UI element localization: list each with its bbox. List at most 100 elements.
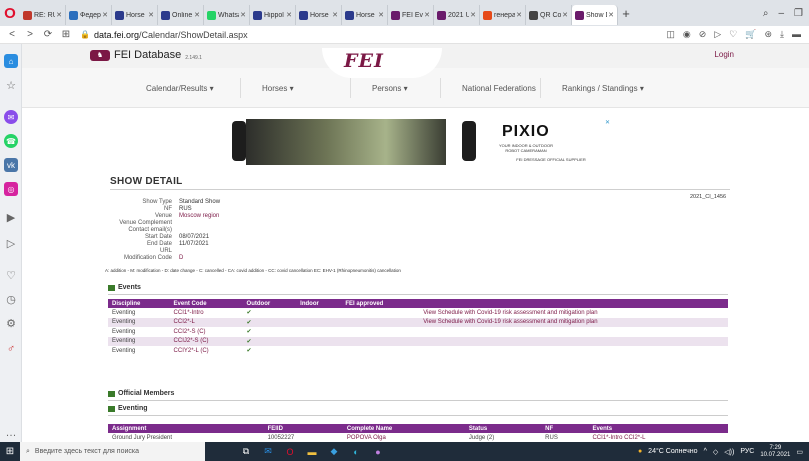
tab-close-icon[interactable]: ✕ [286,11,292,19]
menu-item[interactable]: National Federations [462,84,536,93]
settings-icon[interactable]: ⚙ [4,316,18,330]
reload-button[interactable]: ⟳ [42,29,54,40]
minimize-button[interactable]: – [778,8,784,19]
flow-icon[interactable]: ▷ [4,236,18,250]
ad-banner[interactable]: PIXIO YOUR INDOOR & OUTDOOR ROBOT CAMERA… [226,117,614,167]
language-indicator[interactable]: РУС [740,448,754,455]
camera-icon[interactable]: ◉ [683,29,691,40]
url-field[interactable]: data.fei.org/Calendar/ShowDetail.aspx [94,30,248,40]
brand[interactable]: ♞ FEI Database 2.149.1 [90,49,202,61]
table-link[interactable]: CCI2*-L [169,317,243,327]
restore-button[interactable]: ❐ [794,8,803,19]
heart-icon[interactable]: ♡ [729,29,737,40]
table-link[interactable] [419,336,728,346]
clock[interactable]: 7:29 10.07.2021 [760,445,790,459]
pinboard-icon[interactable]: ♂ [4,342,18,356]
tab-close-icon[interactable]: ✕ [516,11,522,19]
browser-tab[interactable]: 2021 U ✕ [434,5,480,25]
history-icon[interactable]: ◷ [4,292,18,306]
table-link[interactable]: CCI1*-Intro [170,308,243,318]
tab-close-icon[interactable]: ✕ [56,11,62,19]
table-link[interactable] [419,327,728,337]
tab-close-icon[interactable]: ✕ [240,11,246,19]
tab-close-icon[interactable]: ✕ [424,11,430,19]
browser-tab[interactable]: Whatsa✕ [204,5,250,25]
weather-text[interactable]: 24°C Солнечно [648,448,697,455]
browser-tab[interactable]: Horse ✕ [112,5,158,25]
more-icon[interactable]: … [4,426,18,440]
opera-logo-icon[interactable]: O [0,0,20,26]
download-icon[interactable]: ⤓ [780,29,784,40]
explorer-icon[interactable]: ▬ [301,447,323,457]
weather-icon[interactable]: ● [638,448,642,455]
browser-tab[interactable]: Show D✕ [572,5,618,25]
back-button[interactable]: < [6,29,18,40]
tab-close-icon[interactable]: ✕ [102,11,108,19]
login-link[interactable]: Login [714,50,734,59]
ad-close-icon[interactable]: ✕ [605,119,610,126]
new-tab-button[interactable]: + [618,6,634,21]
app-icon[interactable]: ● [367,447,389,457]
snapshot-icon[interactable]: ◫ [666,29,675,40]
volume-icon[interactable]: ◁)) [724,448,734,456]
bookmarks-icon[interactable]: ☆ [4,78,18,92]
task-view-icon[interactable]: ⧉ [235,446,257,457]
app-icon[interactable]: ◆ [323,446,345,457]
browser-tab[interactable]: Horse ✕ [296,5,342,25]
network-icon[interactable]: ◇ [713,448,718,456]
table-link[interactable]: CCI1*-Intro CCI2*-L [588,433,728,442]
table-link[interactable]: View Schedule with Covid-19 risk assessm… [419,317,728,327]
table-link[interactable]: CCIY2*-L (C) [170,346,243,356]
menu-item[interactable]: Horses ▾ [262,84,294,93]
browser-tab[interactable]: QR Co ✕ [526,5,572,25]
browser-tab[interactable]: Online ✕ [158,5,204,25]
edge-icon[interactable]: ◐ [345,447,367,457]
table-link[interactable]: View Schedule with Covid-19 risk assessm… [419,308,728,318]
browser-tab[interactable]: Федера✕ [66,5,112,25]
tab-close-icon[interactable]: ✕ [332,11,338,19]
battery-icon[interactable]: ▬ [792,29,801,40]
tab-close-icon[interactable]: ✕ [470,11,476,19]
opera-icon[interactable]: O [279,447,301,457]
whatsapp-icon[interactable]: ☎ [4,134,18,148]
send-icon[interactable]: ▷ [714,29,721,40]
tab-close-icon[interactable]: ✕ [194,11,200,19]
vk-icon[interactable]: vk [4,158,18,172]
table-link[interactable]: CCIJ2*-S (C) [169,336,243,346]
browser-tab[interactable]: Hippol ✕ [250,5,296,25]
column-header: Event Code [169,299,243,308]
tab-close-icon[interactable]: ✕ [378,11,384,19]
menu-item[interactable]: Persons ▾ [372,84,408,93]
browser-tab[interactable]: FEI Eve✕ [388,5,434,25]
speed-dial-icon[interactable]: ⊞ [60,29,72,40]
fei-logo[interactable]: FEI [344,50,384,72]
search-tabs-icon[interactable]: ⌕ [763,8,769,19]
browser-tab[interactable]: Horse ✕ [342,5,388,25]
windows-start-icon[interactable]: ⊞ [0,446,20,457]
tray-chevron-icon[interactable]: ^ [704,448,707,455]
table-link[interactable] [419,346,728,356]
forward-button[interactable]: > [24,29,36,40]
menu-item[interactable]: Rankings / Standings ▾ [562,84,644,93]
tab-close-icon[interactable]: ✕ [608,11,614,19]
notifications-icon[interactable]: ▭ [796,448,803,456]
vpn-icon[interactable]: ⊛ [764,29,772,40]
tab-close-icon[interactable]: ✕ [148,11,154,19]
menu-item[interactable]: Calendar/Results ▾ [146,84,214,93]
instagram-icon[interactable]: ◎ [4,182,18,196]
browser-tab[interactable]: генера ✕ [480,5,526,25]
home-icon[interactable]: ⌂ [4,54,18,68]
table-link[interactable]: CCI2*-S (C) [170,327,243,337]
taskbar-search[interactable]: ⌕ Введите здесь текст для поиска [20,442,205,461]
tab-favicon-icon [575,10,584,20]
tab-close-icon[interactable]: ✕ [562,11,568,19]
table-link[interactable]: POPOVA Olga [343,433,465,442]
shield-icon[interactable]: ⊘ [699,29,707,40]
player-icon[interactable]: ▶ [4,210,18,224]
cart-icon[interactable]: 🛒 [745,29,756,40]
messenger-icon[interactable]: ✉ [4,110,18,124]
heart-icon[interactable]: ♡ [4,268,18,282]
browser-tab[interactable]: RE: RU✕ [20,5,66,25]
lock-icon[interactable]: 🔒 [80,30,90,39]
mail-icon[interactable]: ✉ [257,446,279,457]
